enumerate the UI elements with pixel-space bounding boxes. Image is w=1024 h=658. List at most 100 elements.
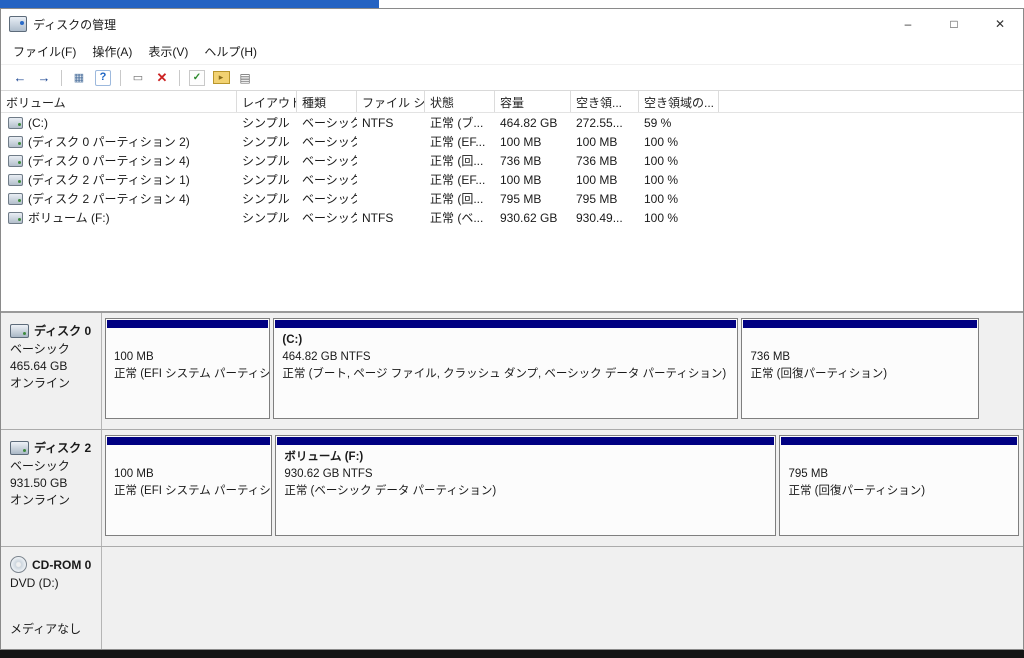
layout-cell: シンプル <box>242 173 290 187</box>
partition-disk2-f[interactable]: ボリューム (F:) 930.62 GB NTFS 正常 (ベーシック データ … <box>275 435 777 536</box>
menu-view[interactable]: 表示(V) <box>140 40 196 63</box>
free-space-cell: 930.49... <box>576 210 623 225</box>
partition-color-bar <box>743 320 977 328</box>
volume-row-disk0-part4[interactable]: (ディスク 0 パーティション 4) シンプル ベーシック 正常 (回... 7… <box>1 151 1023 170</box>
column-header-filesystem[interactable]: ファイル シ... <box>357 91 425 112</box>
filesystem-cell: NTFS <box>362 115 394 130</box>
partition-status: 正常 (ブート, ページ ファイル, クラッシュ ダンプ, ベーシック データ … <box>282 368 727 380</box>
capacity-cell: 464.82 GB <box>500 115 558 130</box>
partition-info: 736 MB 正常 (回復パーティション) <box>742 328 978 383</box>
free-percent-cell: 59 % <box>644 115 672 130</box>
volume-name-cell: (ディスク 0 パーティション 2) <box>1 133 237 150</box>
forward-icon[interactable]: → <box>33 68 55 88</box>
type-cell: ベーシック <box>302 211 357 225</box>
disk-0-partitions: 100 MB 正常 (EFI システム パーティショ (C:) 464.82 G… <box>102 313 982 429</box>
column-header-capacity[interactable]: 容量 <box>495 91 571 112</box>
layout-cell: シンプル <box>242 211 290 225</box>
layout-cell: シンプル <box>242 135 290 149</box>
free-percent-cell: 100 % <box>644 153 679 168</box>
partition-title <box>750 332 970 349</box>
open-folder-icon[interactable]: ▸ <box>210 68 232 88</box>
volume-icon <box>8 154 23 167</box>
column-header-type[interactable]: 種類 <box>297 91 357 112</box>
cdrom-0-row: CD-ROM 0 DVD (D:) メディアなし <box>1 547 1023 649</box>
taskbar-edge <box>0 650 1024 658</box>
partition-info: 795 MB 正常 (回復パーティション) <box>780 445 1018 500</box>
layout-cell: シンプル <box>242 154 290 168</box>
cdrom-icon <box>10 556 27 573</box>
volume-name: (ディスク 2 パーティション 1) <box>28 173 190 187</box>
delete-volume-icon[interactable]: ✕ <box>151 68 173 88</box>
volume-name: (ディスク 0 パーティション 2) <box>28 135 190 149</box>
back-icon[interactable]: ← <box>9 68 31 88</box>
console-tree-icon[interactable]: ▦ <box>68 68 90 88</box>
disk-0-panel[interactable]: ディスク 0 ベーシック 465.64 GB オンライン <box>1 313 102 429</box>
volume-row-f[interactable]: ボリューム (F:) シンプル ベーシック NTFS 正常 (ベ... 930.… <box>1 208 1023 227</box>
free-percent-cell: 100 % <box>644 191 679 206</box>
disk-icon <box>10 440 29 455</box>
volume-list-header: ボリューム レイアウト 種類 ファイル シ... 状態 容量 空き領... 空き… <box>1 91 1023 113</box>
maximize-button[interactable]: □ <box>931 9 977 39</box>
partition-title <box>114 449 263 466</box>
partition-disk0-c[interactable]: (C:) 464.82 GB NTFS 正常 (ブート, ページ ファイル, ク… <box>273 318 739 419</box>
column-header-layout[interactable]: レイアウト <box>237 91 297 112</box>
capacity-cell: 795 MB <box>500 191 542 206</box>
disk-2-panel[interactable]: ディスク 2 ベーシック 931.50 GB オンライン <box>1 430 102 546</box>
volume-row-disk2-part4[interactable]: (ディスク 2 パーティション 4) シンプル ベーシック 正常 (回... 7… <box>1 189 1023 208</box>
menu-help[interactable]: ヘルプ(H) <box>196 40 265 63</box>
status-cell: 正常 (ベ... <box>430 211 484 225</box>
disk-size: 465.64 GB <box>10 359 68 373</box>
capacity-cell: 100 MB <box>500 134 542 149</box>
volume-row-c[interactable]: (C:) シンプル ベーシック NTFS 正常 (ブ... 464.82 GB … <box>1 113 1023 132</box>
type-cell: ベーシック <box>302 135 357 149</box>
screenshot-root: { "window": { "title": "ディスクの管理", "contr… <box>0 0 1024 658</box>
window-title: ディスクの管理 <box>33 17 117 32</box>
partition-size: 464.82 GB NTFS <box>282 351 371 363</box>
partition-disk2-recovery[interactable]: 795 MB 正常 (回復パーティション) <box>779 435 1019 536</box>
disk-icon <box>10 323 29 338</box>
column-header-status[interactable]: 状態 <box>425 91 495 112</box>
type-cell: ベーシック <box>302 116 357 130</box>
volume-list: ボリューム レイアウト 種類 ファイル シ... 状態 容量 空き領... 空き… <box>1 91 1023 311</box>
column-header-free-space[interactable]: 空き領... <box>571 91 639 112</box>
background-window-edge <box>0 0 379 8</box>
properties-icon[interactable]: ▤ <box>234 68 256 88</box>
disk-status: オンライン <box>10 376 71 390</box>
free-space-cell: 795 MB <box>576 191 618 206</box>
column-header-volume[interactable]: ボリューム <box>1 91 237 112</box>
volume-row-disk0-part2[interactable]: (ディスク 0 パーティション 2) シンプル ベーシック 正常 (EF... … <box>1 132 1023 151</box>
free-percent-cell: 100 % <box>644 172 679 187</box>
status-cell: 正常 (ブ... <box>430 116 484 130</box>
partition-status: 正常 (EFI システム パーティショ <box>114 368 270 380</box>
type-cell: ベーシック <box>302 173 357 187</box>
menu-action[interactable]: 操作(A) <box>84 40 140 63</box>
help-icon[interactable]: ? <box>92 68 114 88</box>
partition-disk2-efi[interactable]: 100 MB 正常 (EFI システム パーティショ <box>105 435 273 536</box>
partition-disk0-recovery[interactable]: 736 MB 正常 (回復パーティション) <box>741 318 979 419</box>
column-header-free-percent[interactable]: 空き領域の... <box>639 91 719 112</box>
column-header-filler <box>719 91 1023 112</box>
close-button[interactable]: ✕ <box>977 9 1023 39</box>
status-cell: 正常 (EF... <box>430 173 486 187</box>
volume-row-disk2-part1[interactable]: (ディスク 2 パーティション 1) シンプル ベーシック 正常 (EF... … <box>1 170 1023 189</box>
menu-file[interactable]: ファイル(F) <box>5 40 84 63</box>
volume-name: (ディスク 2 パーティション 4) <box>28 192 190 206</box>
action-dialog-icon[interactable]: ▭ <box>127 68 149 88</box>
partition-title: (C:) <box>282 334 303 346</box>
cdrom-0-panel[interactable]: CD-ROM 0 DVD (D:) メディアなし <box>1 547 102 649</box>
partition-size: 930.62 GB NTFS <box>284 468 373 480</box>
partition-size: 736 MB <box>750 351 791 363</box>
volume-icon <box>8 135 23 148</box>
volume-icon <box>8 173 23 186</box>
disk-status: オンライン <box>10 493 71 507</box>
partition-disk0-efi[interactable]: 100 MB 正常 (EFI システム パーティショ <box>105 318 271 419</box>
partition-status: 正常 (EFI システム パーティショ <box>114 485 272 497</box>
disk-type: ベーシック <box>10 342 70 356</box>
volume-name: (ディスク 0 パーティション 4) <box>28 154 190 168</box>
graphical-view: ディスク 0 ベーシック 465.64 GB オンライン 100 MB 正常 (… <box>1 311 1023 649</box>
window-controls: – □ ✕ <box>885 9 1023 39</box>
volume-name-cell: (ディスク 2 パーティション 4) <box>1 190 237 207</box>
mark-active-icon[interactable]: ✓ <box>186 68 208 88</box>
minimize-button[interactable]: – <box>885 9 931 39</box>
status-cell: 正常 (回... <box>430 154 484 168</box>
